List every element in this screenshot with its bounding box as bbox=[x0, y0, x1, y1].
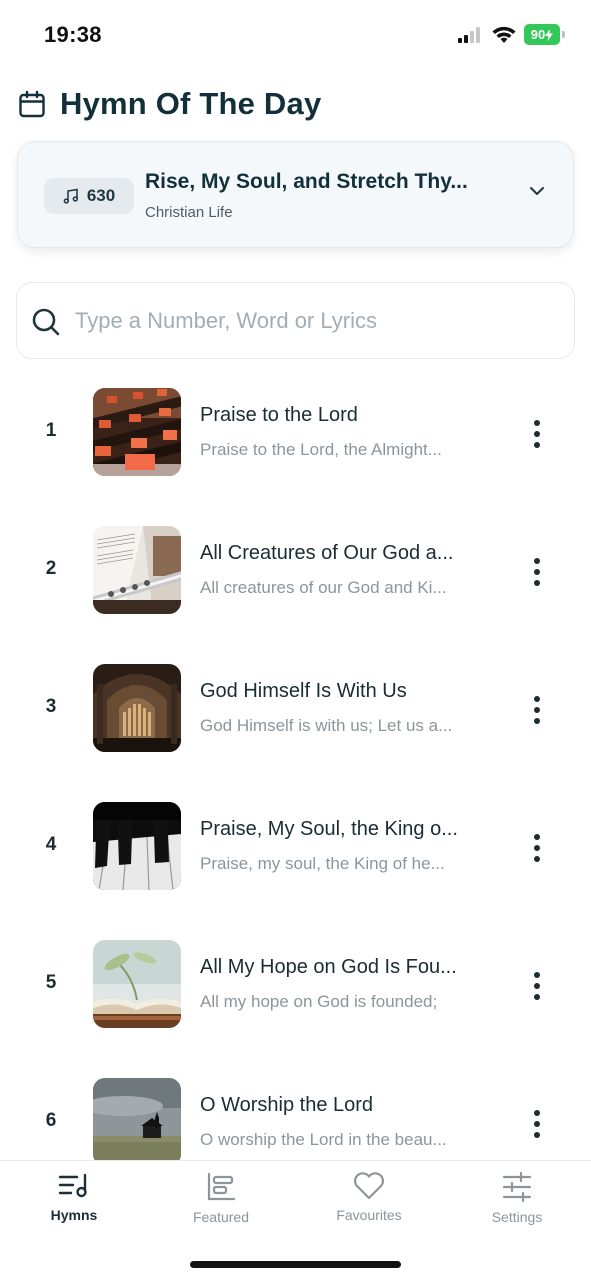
more-options-icon[interactable] bbox=[526, 696, 548, 724]
hymn-number: 6 bbox=[45, 1110, 57, 1131]
hymn-lyric-preview: O worship the Lord in the beau... bbox=[200, 1130, 447, 1149]
page-header: Hymn Of The Day bbox=[18, 86, 321, 122]
hymn-number: 5 bbox=[45, 972, 57, 993]
hymn-lyric-preview: Praise, my soul, the King of he... bbox=[200, 854, 445, 873]
hymn-number: 3 bbox=[45, 696, 57, 717]
hymn-list-item[interactable]: 5 All My Hope on God Is Fou... All my ho… bbox=[0, 916, 591, 1054]
calendar-icon bbox=[19, 90, 45, 118]
more-options-icon[interactable] bbox=[526, 558, 548, 586]
cathedral-organ-image bbox=[93, 664, 181, 752]
hymn-of-the-day-card[interactable]: 630 Rise, My Soul, and Stretch Thy... Ch… bbox=[17, 141, 574, 248]
hymn-lyric-preview: Praise to the Lord, the Almight... bbox=[200, 440, 442, 459]
hymn-number: 4 bbox=[45, 834, 57, 855]
hymn-list-icon bbox=[58, 1173, 87, 1198]
hymn-title: O Worship the Lord bbox=[200, 1094, 374, 1116]
home-indicator[interactable] bbox=[190, 1261, 401, 1268]
hymn-lyric-preview: God Himself is with us; Let us a... bbox=[200, 716, 453, 735]
hymn-title: All My Hope on God Is Fou... bbox=[200, 956, 457, 978]
sliders-icon bbox=[502, 1171, 532, 1203]
hymn-lyric-preview: All creatures of our God and Ki... bbox=[200, 578, 447, 597]
hymn-number-badge: 630 bbox=[44, 178, 134, 214]
tab-label: Settings bbox=[491, 1209, 543, 1225]
search-icon bbox=[32, 308, 60, 336]
hymn-title: All Creatures of Our God a... bbox=[200, 542, 454, 564]
more-options-icon[interactable] bbox=[526, 972, 548, 1000]
hymn-list-item[interactable]: 3 God Himself Is With Us God Himself is … bbox=[0, 640, 591, 778]
status-bar: 19:38 90 bbox=[0, 0, 591, 70]
hymn-title: God Himself Is With Us bbox=[200, 680, 407, 702]
featured-icon bbox=[207, 1172, 236, 1201]
music-note-icon bbox=[63, 188, 78, 204]
heart-icon bbox=[353, 1172, 385, 1200]
tab-featured[interactable]: Featured bbox=[161, 1171, 281, 1241]
hymn-of-day-number: 630 bbox=[86, 186, 116, 205]
hymn-lyric-preview: All my hope on God is founded; bbox=[200, 992, 438, 1011]
tab-favourites[interactable]: Favourites bbox=[309, 1171, 429, 1241]
hymn-title: Praise to the Lord bbox=[200, 404, 358, 426]
hymn-list-item[interactable]: 4 Praise, My Soul, the King o... Praise,… bbox=[0, 778, 591, 916]
status-icons: 90 bbox=[458, 24, 565, 45]
hymn-of-day-title: Rise, My Soul, and Stretch Thy... bbox=[145, 170, 468, 193]
hymn-number: 2 bbox=[45, 558, 57, 579]
chevron-down-icon[interactable] bbox=[529, 186, 545, 196]
more-options-icon[interactable] bbox=[526, 834, 548, 862]
piano-keys-image bbox=[93, 802, 181, 890]
battery-charging-icon: 90 bbox=[524, 24, 560, 45]
hymn-of-day-category: Christian Life bbox=[145, 204, 233, 221]
hymn-list-item[interactable]: 2 All Creatures of Our God a... All crea… bbox=[0, 502, 591, 640]
tab-settings[interactable]: Settings bbox=[457, 1171, 577, 1241]
tab-hymns[interactable]: Hymns bbox=[14, 1171, 134, 1241]
church-pews-image bbox=[93, 388, 181, 476]
search-bar bbox=[16, 282, 575, 359]
flute-sheet-music-image bbox=[93, 526, 181, 614]
hymn-list-item[interactable]: 1 Praise to the Lord Praise to the Lord,… bbox=[0, 364, 591, 502]
tab-label: Hymns bbox=[50, 1207, 98, 1223]
status-time: 19:38 bbox=[44, 22, 102, 47]
tab-label: Featured bbox=[192, 1209, 250, 1225]
cellular-signal-icon bbox=[458, 26, 480, 43]
battery-tip bbox=[562, 31, 565, 38]
chapel-landscape-image bbox=[93, 1078, 181, 1166]
wifi-icon bbox=[492, 26, 516, 43]
open-bible-plant-image bbox=[93, 940, 181, 1028]
battery-level: 90 bbox=[530, 27, 546, 42]
more-options-icon[interactable] bbox=[526, 420, 548, 448]
search-input[interactable] bbox=[75, 301, 555, 341]
more-options-icon[interactable] bbox=[526, 1110, 548, 1138]
hymn-number: 1 bbox=[45, 420, 57, 441]
hymn-title: Praise, My Soul, the King o... bbox=[200, 818, 458, 840]
tab-label: Favourites bbox=[336, 1207, 402, 1223]
page-title: Hymn Of The Day bbox=[60, 86, 322, 121]
charging-bolt-icon bbox=[545, 28, 554, 41]
